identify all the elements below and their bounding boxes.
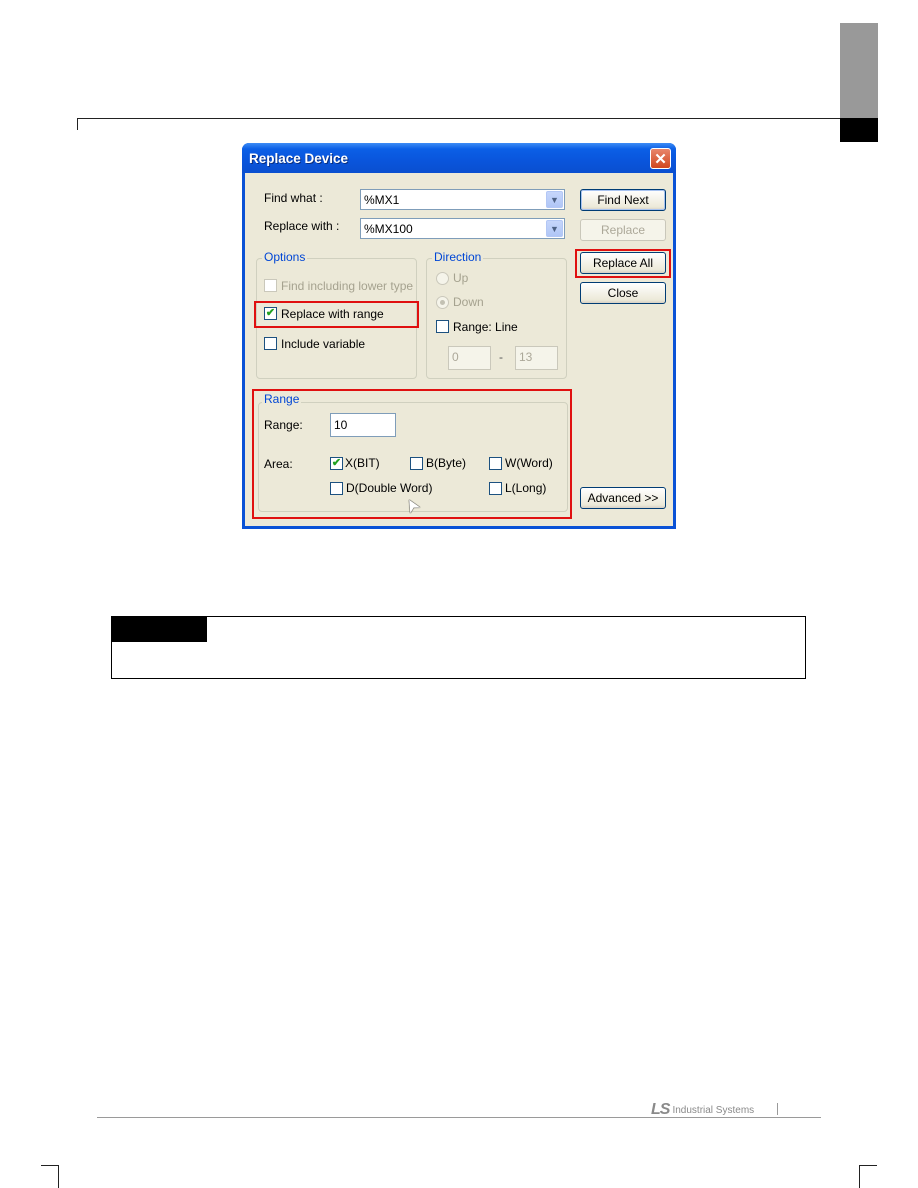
crop-mark-bottom-left [41, 1165, 59, 1188]
range-line-label: Range: Line [453, 320, 518, 334]
header-rule [77, 118, 840, 119]
area-x-bit-label: X(BIT) [345, 456, 380, 470]
dialog-title: Replace Device [249, 151, 349, 166]
replace-device-dialog: Replace Device ✕ Find what : %MX1 ▼ Repl… [242, 143, 676, 529]
title-bar[interactable]: Replace Device ✕ [242, 143, 676, 173]
replace-with-range-label: Replace with range [281, 307, 384, 321]
find-what-label: Find what : [264, 191, 323, 205]
area-l-long-label: L(Long) [505, 481, 547, 495]
crop-mark-bottom-right [859, 1165, 877, 1188]
note-label-tag [111, 616, 207, 642]
ls-logo-mark: LS [651, 1101, 670, 1118]
close-window-button[interactable]: ✕ [650, 148, 671, 169]
advanced-button[interactable]: Advanced >> [580, 487, 666, 509]
check-icon: ✔ [265, 307, 276, 319]
note-box [111, 616, 806, 679]
area-w-word-label: W(Word) [505, 456, 553, 470]
line-to-input[interactable]: 13 [515, 346, 558, 370]
replace-with-value: %MX100 [364, 222, 413, 236]
area-d-double-word-checkbox[interactable] [330, 482, 343, 495]
include-variable-label: Include variable [281, 337, 366, 351]
direction-group-title: Direction [432, 250, 484, 264]
line-range-separator: - [499, 350, 503, 364]
options-group-title: Options [262, 250, 308, 264]
close-icon: ✕ [654, 150, 667, 168]
direction-down-label: Down [453, 295, 484, 309]
find-including-lower-type-checkbox[interactable] [264, 279, 277, 292]
chevron-down-icon[interactable]: ▼ [546, 220, 563, 237]
find-what-combobox[interactable]: %MX1 ▼ [360, 189, 565, 210]
range-group-title: Range [262, 392, 302, 406]
direction-up-label: Up [453, 271, 469, 285]
replace-with-range-checkbox[interactable]: ✔ [264, 307, 277, 320]
chevron-down-icon[interactable]: ▼ [546, 191, 563, 208]
dialog-client-area: Find what : %MX1 ▼ Replace with : %MX100… [245, 173, 673, 526]
find-what-value: %MX1 [364, 193, 400, 207]
area-b-byte-checkbox[interactable] [410, 457, 423, 470]
replace-with-label: Replace with : [264, 219, 340, 233]
chapter-tab-marker [840, 118, 878, 142]
range-line-checkbox[interactable] [436, 320, 449, 333]
close-button[interactable]: Close [580, 282, 666, 304]
header-tick [77, 118, 78, 130]
area-label: Area: [264, 457, 293, 471]
area-l-long-checkbox[interactable] [489, 482, 502, 495]
footer-separator [777, 1103, 778, 1115]
footer-rule [97, 1117, 821, 1118]
line-from-input[interactable]: 0 [448, 346, 491, 370]
range-label: Range: [264, 418, 303, 432]
radio-selected-dot [440, 300, 445, 305]
replace-with-combobox[interactable]: %MX100 ▼ [360, 218, 565, 239]
find-next-button[interactable]: Find Next [580, 189, 666, 211]
direction-down-radio[interactable] [436, 296, 449, 309]
area-w-word-checkbox[interactable] [489, 457, 502, 470]
area-b-byte-label: B(Byte) [426, 456, 467, 470]
check-icon: ✔ [331, 457, 342, 469]
range-input[interactable]: 10 [330, 413, 396, 437]
direction-up-radio[interactable] [436, 272, 449, 285]
chapter-tab [840, 23, 878, 118]
replace-all-button[interactable]: Replace All [580, 252, 666, 274]
find-including-lower-type-label: Find including lower type [281, 279, 414, 293]
footer-logo: LS Industrial Systems [651, 1101, 755, 1118]
ls-logo-text: Industrial Systems [672, 1105, 755, 1116]
replace-button[interactable]: Replace [580, 219, 666, 241]
area-d-double-word-label: D(Double Word) [346, 481, 433, 495]
include-variable-checkbox[interactable] [264, 337, 277, 350]
area-x-bit-checkbox[interactable]: ✔ [330, 457, 343, 470]
